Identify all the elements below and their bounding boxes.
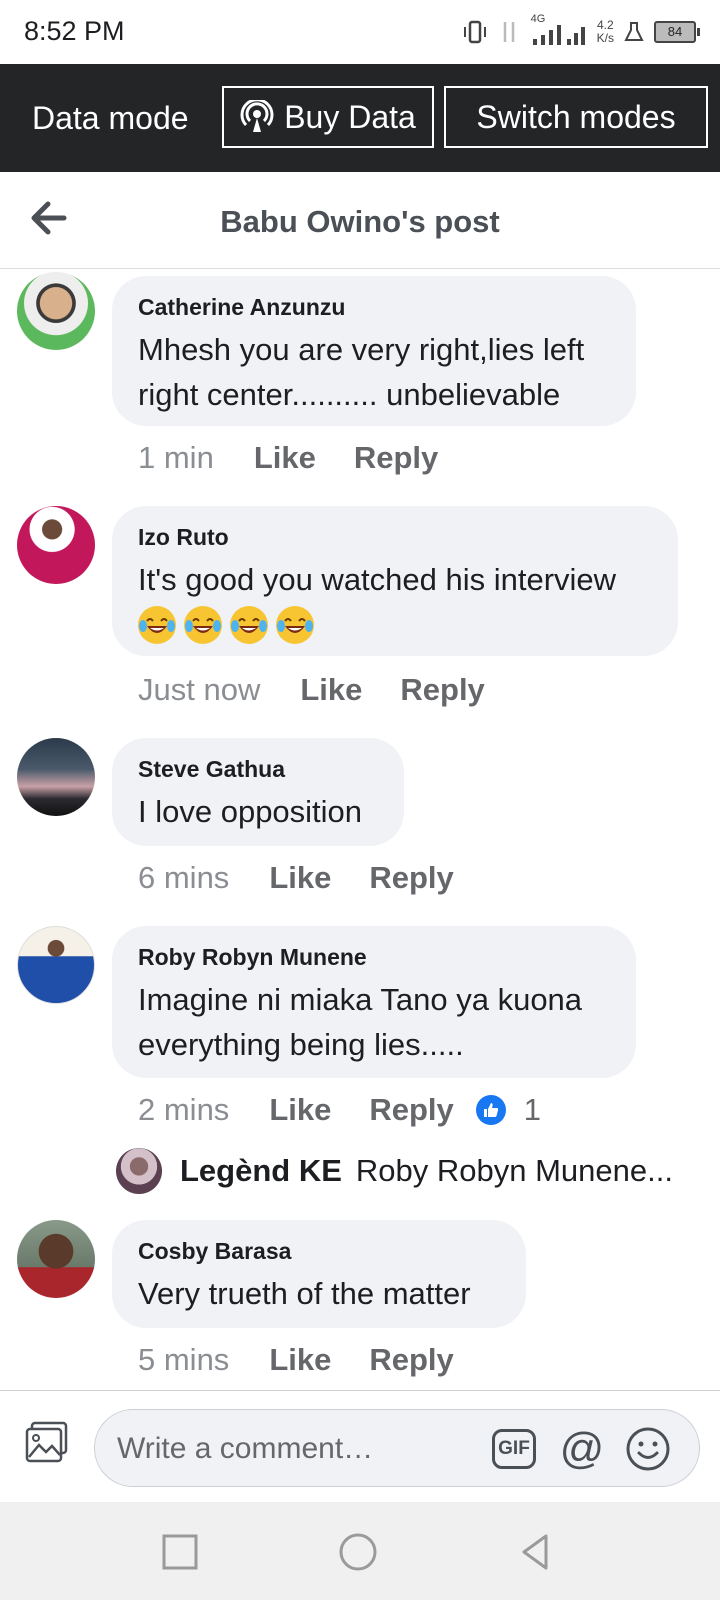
like-button[interactable]: Like <box>300 672 362 708</box>
comments-list: Catherine Anzunzu Mhesh you are very rig… <box>0 270 720 1390</box>
data-arrows-icon <box>503 22 514 42</box>
avatar[interactable] <box>17 272 95 350</box>
vibrate-icon <box>463 20 486 44</box>
mention-button[interactable]: @ <box>555 1422 609 1476</box>
comment-composer: GIF @ <box>0 1390 720 1503</box>
comment-text: Mhesh you are very right,lies left right… <box>138 327 610 417</box>
like-reaction-icon[interactable] <box>475 1095 506 1125</box>
comment-meta: 2 mins Like Reply 1 <box>138 1092 541 1128</box>
switch-modes-button[interactable]: Switch modes <box>444 86 708 148</box>
commenter-name[interactable]: Catherine Anzunzu <box>138 294 610 321</box>
photo-icon[interactable] <box>22 1417 72 1467</box>
comment-bubble[interactable]: Steve Gathua I love opposition <box>112 738 404 846</box>
comment-line: Very trueth of the matter <box>138 1276 471 1311</box>
comment-text: It's good you watched his interview <box>138 557 652 602</box>
comment-meta: 5 mins Like Reply <box>138 1342 492 1378</box>
commenter-name[interactable]: Cosby Barasa <box>138 1238 500 1265</box>
comment-bubble[interactable]: Cosby Barasa Very trueth of the matter <box>112 1220 526 1328</box>
comment-line: I love opposition <box>138 794 363 829</box>
like-button[interactable]: Like <box>269 1342 331 1378</box>
status-icons: 4G 4.2 K/s 84 <box>461 13 700 50</box>
laughing-tears-emoji-icon <box>230 606 268 644</box>
reply-preview-text: Roby Robyn Munene... <box>355 1153 673 1188</box>
comment-line: Mhesh you are very right,lies left <box>138 332 585 367</box>
avatar <box>116 1148 162 1194</box>
laughing-tears-emoji-icon <box>138 606 176 644</box>
recents-square-icon[interactable] <box>156 1528 204 1576</box>
reply-button[interactable]: Reply <box>400 672 484 708</box>
comment-time[interactable]: Just now <box>138 672 260 708</box>
commenter-name[interactable]: Steve Gathua <box>138 756 378 783</box>
laughing-tears-emoji-icon <box>276 606 314 644</box>
emoji-button[interactable] <box>621 1422 675 1476</box>
comment-text: Very trueth of the matter <box>138 1271 500 1316</box>
status-time: 8:52 PM <box>24 16 125 46</box>
reply-button[interactable]: Reply <box>369 1092 453 1128</box>
comment-bubble[interactable]: Roby Robyn Munene Imagine ni miaka Tano … <box>112 926 636 1078</box>
reply-button[interactable]: Reply <box>354 440 438 476</box>
emoji-row <box>138 606 652 644</box>
avatar[interactable] <box>17 1220 95 1298</box>
laughing-tears-emoji-icon <box>184 606 222 644</box>
data-mode-bar: Data mode Buy Data Switch modes <box>0 64 720 172</box>
reply-preview[interactable]: Legènd KE Roby Robyn Munene... <box>116 1148 673 1194</box>
battery-icon: 84 <box>654 21 700 43</box>
smiley-icon <box>626 1427 670 1471</box>
comment-time[interactable]: 6 mins <box>138 860 229 896</box>
comment-meta: 6 mins Like Reply <box>138 860 492 896</box>
reaction-count[interactable]: 1 <box>524 1092 541 1128</box>
avatar[interactable] <box>17 506 95 584</box>
post-header: Babu Owino's post <box>0 172 720 269</box>
comment-time[interactable]: 5 mins <box>138 1342 229 1378</box>
like-button[interactable]: Like <box>254 440 316 476</box>
comment-line: Imagine ni miaka Tano ya kuona <box>138 982 583 1017</box>
comment-line: right center.......... unbelievable <box>138 377 561 412</box>
back-triangle-icon[interactable] <box>512 1528 560 1576</box>
reply-button[interactable]: Reply <box>369 1342 453 1378</box>
reply-author-name: Legènd KE <box>180 1153 342 1188</box>
comment-bubble[interactable]: Izo Ruto It's good you watched his inter… <box>112 506 678 656</box>
commenter-name[interactable]: Roby Robyn Munene <box>138 944 610 971</box>
comment-input[interactable] <box>115 1428 479 1470</box>
comment-line: It's good you watched his interview <box>138 562 617 597</box>
avatar[interactable] <box>17 738 95 816</box>
like-button[interactable]: Like <box>269 860 331 896</box>
comment-time[interactable]: 2 mins <box>138 1092 229 1128</box>
broadcast-icon <box>240 100 274 132</box>
status-bar: 8:52 PM 4G 4.2 K/s 84 <box>0 0 720 64</box>
like-button[interactable]: Like <box>269 1092 331 1128</box>
home-circle-icon[interactable] <box>334 1528 382 1576</box>
signal-1-icon: 4G <box>529 13 587 47</box>
gif-icon: GIF <box>492 1429 536 1469</box>
comment-meta: 1 min Like Reply <box>138 440 476 476</box>
comment-meta: Just now Like Reply <box>138 672 523 708</box>
system-nav-bar <box>0 1502 720 1600</box>
comment-text: I love opposition <box>138 789 378 834</box>
avatar[interactable] <box>17 926 95 1004</box>
reply-button[interactable]: Reply <box>369 860 453 896</box>
flask-icon <box>624 22 644 41</box>
gif-button[interactable]: GIF <box>487 1422 541 1476</box>
network-speed: 4.2 K/s <box>597 19 614 45</box>
comment-line: everything being lies..... <box>138 1027 464 1062</box>
comment-text: Imagine ni miaka Tano ya kuona everythin… <box>138 977 610 1067</box>
data-mode-label: Data mode <box>32 100 189 136</box>
speed-unit: K/s <box>596 31 614 45</box>
comment-input-wrap: GIF @ <box>94 1409 700 1487</box>
commenter-name[interactable]: Izo Ruto <box>138 524 652 551</box>
page-title: Babu Owino's post <box>220 204 500 239</box>
buy-data-label: Buy Data <box>284 98 416 135</box>
comment-bubble[interactable]: Catherine Anzunzu Mhesh you are very rig… <box>112 276 636 426</box>
buy-data-button[interactable]: Buy Data <box>222 86 434 148</box>
gif-label: GIF <box>498 1438 530 1459</box>
mention-icon: @ <box>559 1424 605 1473</box>
comment-time[interactable]: 1 min <box>138 440 214 476</box>
